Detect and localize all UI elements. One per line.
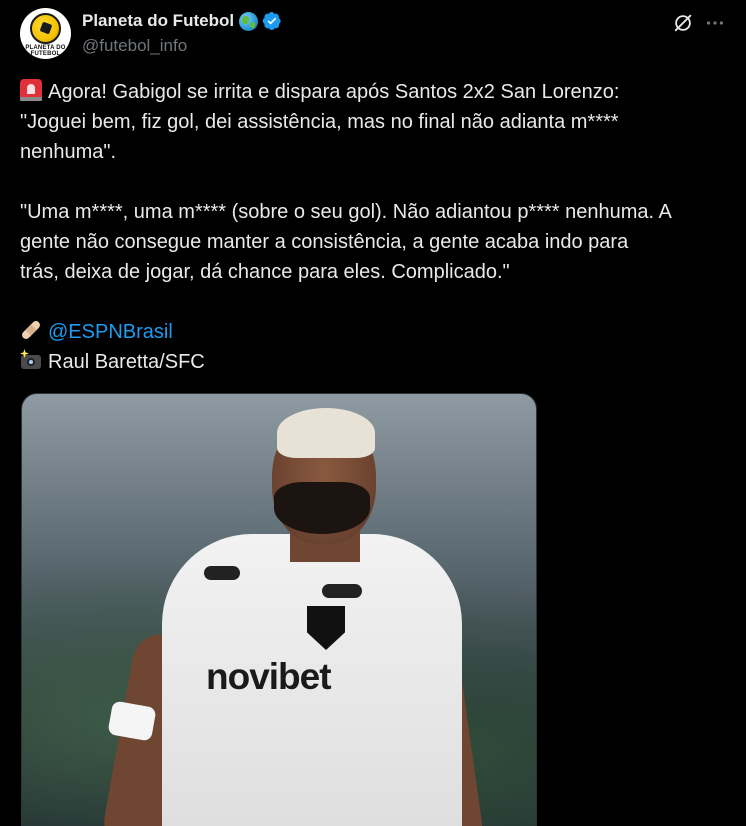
tweet-photo[interactable]: novibet — [21, 393, 537, 826]
tweet-text: Agora! Gabigol se irrita e dispara após … — [20, 77, 710, 377]
text-line-6: trás, deixa de jogar, dá chance para ele… — [20, 261, 510, 283]
display-name[interactable]: Planeta do Futebol — [82, 11, 234, 31]
shirt-sponsor-text: novibet — [206, 656, 332, 697]
handle[interactable]: @futebol_info — [82, 36, 282, 56]
text-line-2: "Joguei bem, fiz gol, dei assistência, m… — [20, 111, 619, 133]
avatar[interactable]: PLANETA DO FUTEBOL — [20, 8, 71, 59]
globe-icon — [239, 11, 259, 31]
grok-icon[interactable] — [672, 12, 694, 34]
tweet-header: PLANETA DO FUTEBOL Planeta do Futebol @f… — [20, 8, 726, 62]
mention-link[interactable]: @ESPNBrasil — [48, 321, 173, 343]
display-name-row: Planeta do Futebol — [82, 10, 282, 32]
author-names: Planeta do Futebol @futebol_info — [82, 10, 282, 56]
text-line-1: Agora! Gabigol se irrita e dispara após … — [20, 77, 710, 107]
text-line-3: nenhuma". — [20, 141, 117, 163]
photo-credit: Raul Baretta/SFC — [48, 351, 205, 373]
tweet: PLANETA DO FUTEBOL Planeta do Futebol @f… — [0, 0, 746, 826]
text-line-1-content: Agora! Gabigol se irrita e dispara após … — [48, 81, 620, 103]
more-icon[interactable] — [704, 12, 726, 34]
text-line-5: gente não consegue manter a consistência… — [20, 231, 629, 253]
bandage-icon — [15, 314, 46, 345]
wrist-wrap — [107, 700, 157, 742]
soccer-ball-icon — [30, 13, 61, 44]
camera-flash-icon — [20, 349, 42, 371]
verified-icon[interactable] — [262, 11, 282, 31]
avatar-brand-text: PLANETA DO FUTEBOL — [25, 45, 66, 57]
player-hair — [277, 408, 375, 458]
credit-mention-line: @ESPNBrasil — [20, 317, 710, 347]
text-line-4: "Uma m****, uma m**** (sobre o seu gol).… — [20, 201, 672, 223]
siren-icon — [20, 79, 42, 101]
shirt-sponsor-badge — [204, 566, 240, 580]
player-beard — [274, 482, 370, 534]
shirt-sponsor-badge — [322, 584, 362, 598]
credit-photo-line: Raul Baretta/SFC — [20, 347, 710, 377]
